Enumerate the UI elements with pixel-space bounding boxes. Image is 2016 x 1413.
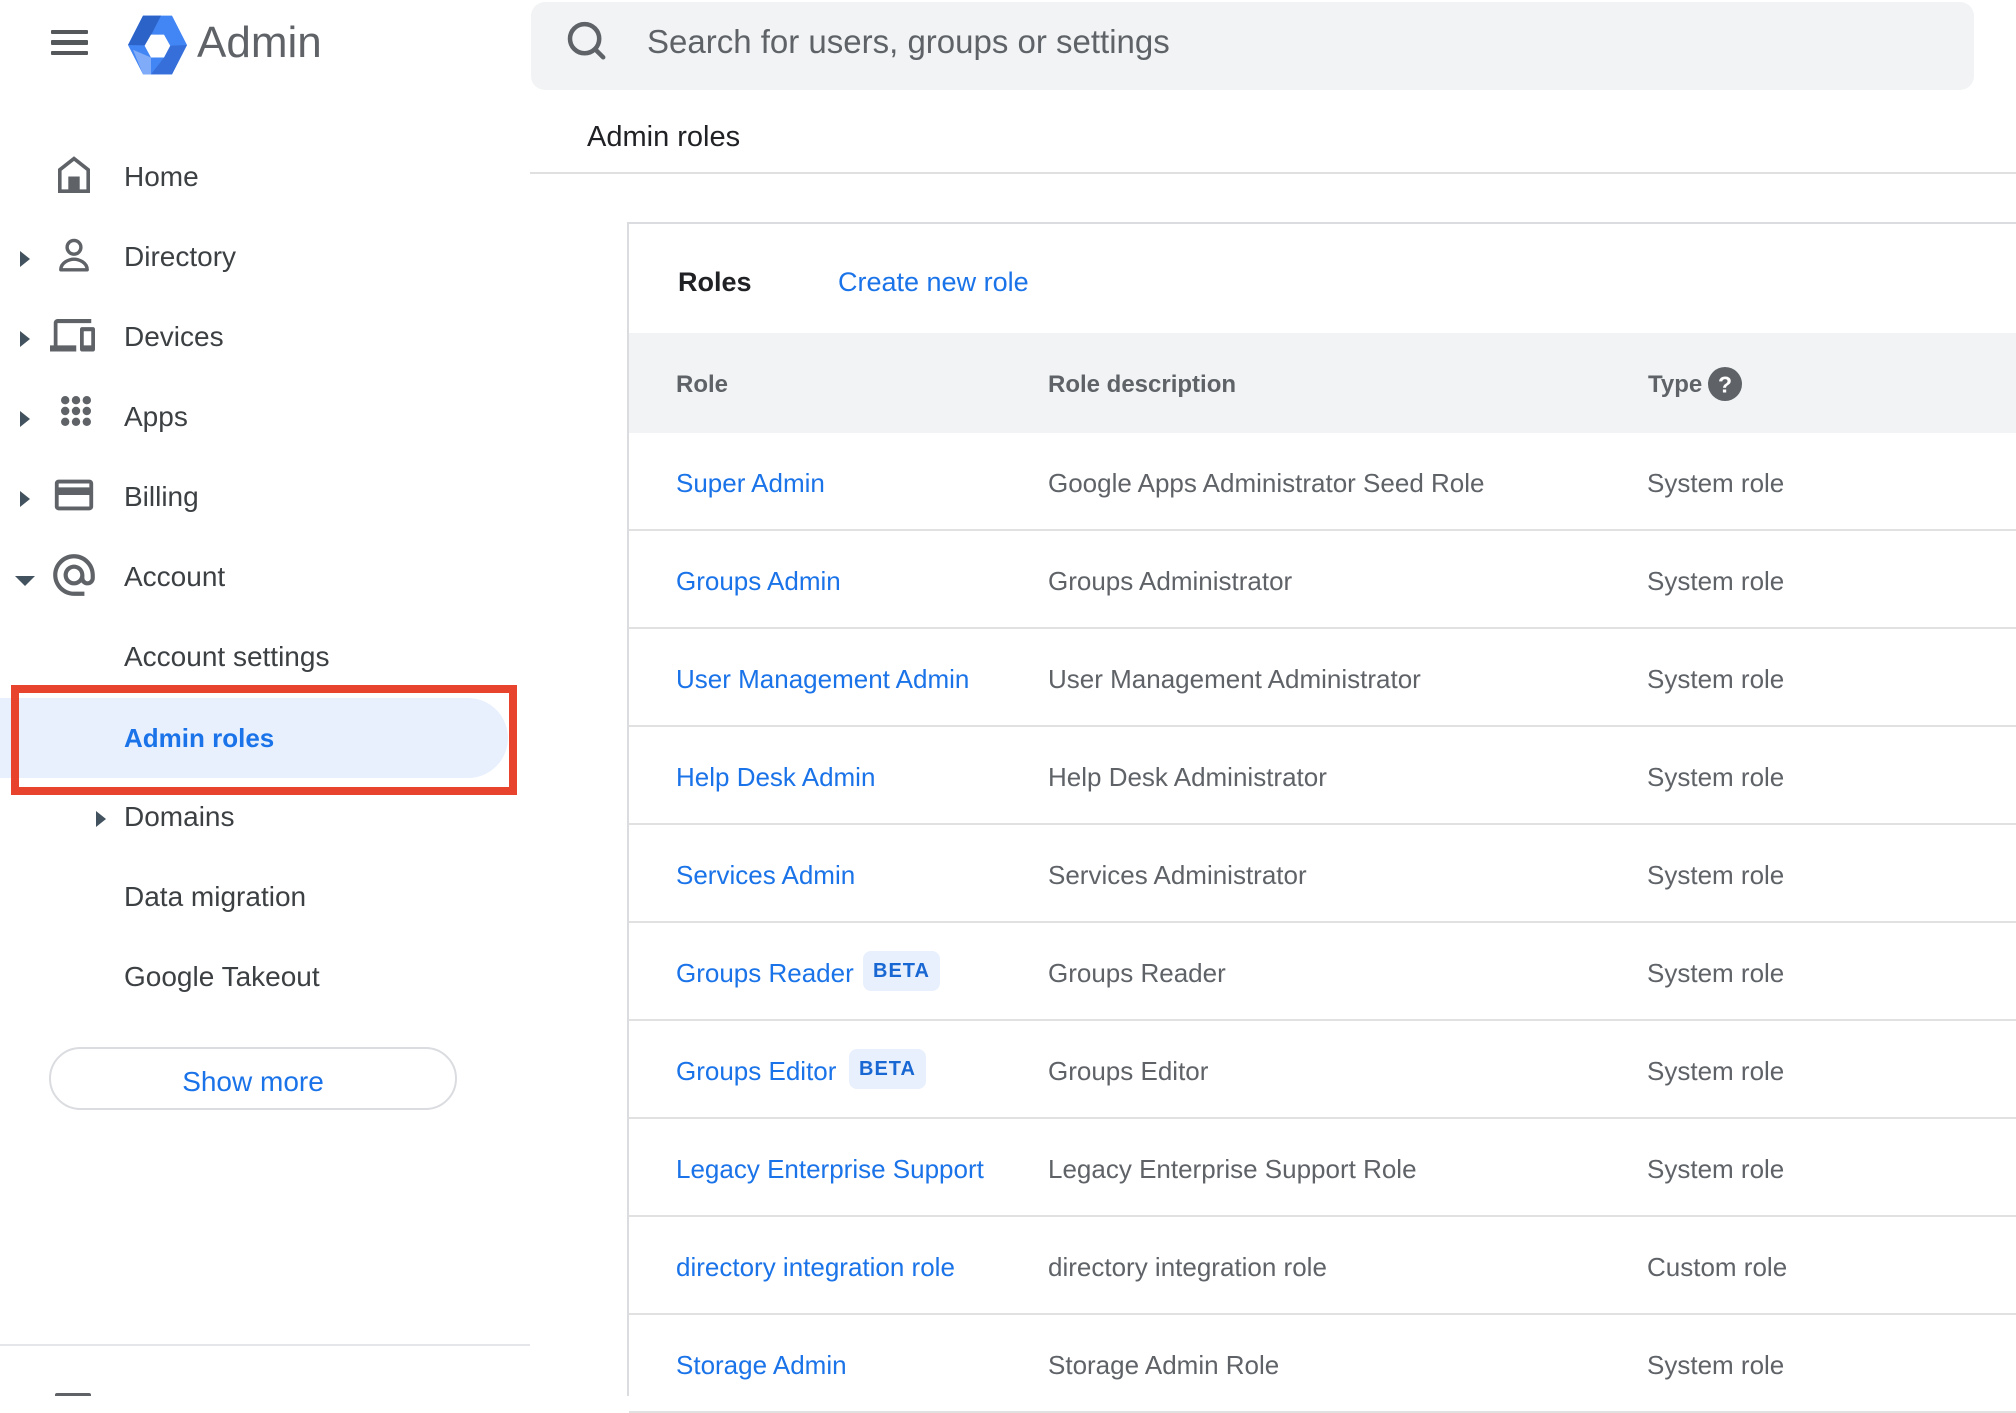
- svg-text:?: ?: [1718, 372, 1732, 398]
